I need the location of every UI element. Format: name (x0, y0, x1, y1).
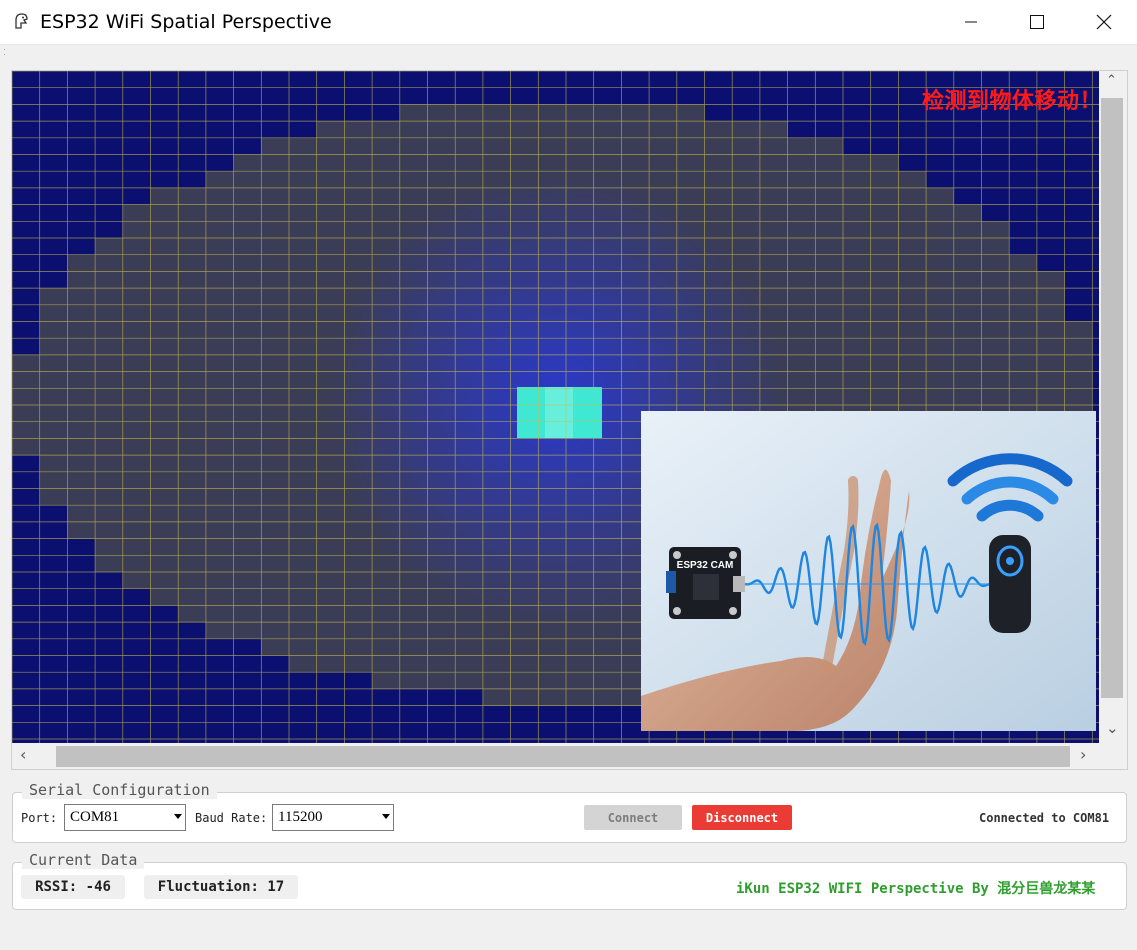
heatmap-panel: 检测到物体移动！ ESP32 CAM ⌃ ⌄ ‹ › (11, 70, 1128, 770)
close-button[interactable] (1070, 0, 1137, 44)
motion-alert-text: 检测到物体移动！ (922, 88, 1103, 113)
fluctuation-value: Fluctuation: 17 (144, 875, 298, 899)
close-icon (1096, 14, 1111, 30)
chevron-down-icon[interactable] (382, 814, 390, 819)
scroll-up-icon[interactable]: ⌃ (1106, 73, 1117, 88)
current-data-legend: Current Data (22, 851, 145, 869)
maximize-icon (1029, 15, 1044, 29)
baud-rate-value: 115200 (278, 809, 323, 825)
connect-button[interactable]: Connect (584, 805, 682, 830)
connection-status: Connected to COM81 (979, 811, 1110, 825)
scroll-corner (1099, 743, 1127, 769)
scroll-right-icon[interactable]: › (1080, 745, 1086, 764)
chevron-down-icon[interactable] (174, 814, 182, 819)
toolbar-grip: · · (3, 44, 6, 59)
port-value: COM81 (70, 809, 120, 825)
chip-label: ESP32 CAM (677, 560, 734, 571)
app-icon (15, 13, 28, 29)
minimize-icon (964, 21, 977, 23)
baud-rate-select[interactable]: 115200 (272, 804, 394, 831)
serial-config-group: Serial Configuration Port: COM81 Baud Ra… (12, 781, 1127, 843)
minimize-button[interactable] (937, 0, 1004, 44)
scroll-left-icon[interactable]: ‹ (20, 745, 26, 764)
rssi-value: RSSI: -46 (21, 875, 125, 899)
horizontal-scrollbar[interactable]: ‹ › (12, 743, 1099, 769)
current-data-group: Current Data RSSI: -46 Fluctuation: 17 i… (12, 851, 1127, 910)
horizontal-scroll-thumb[interactable] (56, 746, 1070, 767)
port-label: Port: (21, 811, 58, 825)
port-select[interactable]: COM81 (64, 804, 186, 831)
vertical-scroll-thumb[interactable] (1101, 98, 1123, 698)
vertical-scrollbar[interactable]: ⌃ ⌄ (1099, 71, 1127, 743)
serial-config-legend: Serial Configuration (22, 781, 217, 799)
title-bar: ESP32 WiFi Spatial Perspective (0, 0, 1137, 45)
esp32-motion-illustration: ESP32 CAM (641, 411, 1096, 731)
maximize-button[interactable] (1003, 0, 1070, 44)
window-title: ESP32 WiFi Spatial Perspective (40, 11, 332, 33)
scroll-down-icon[interactable]: ⌄ (1106, 719, 1119, 737)
disconnect-button[interactable]: Disconnect (692, 805, 792, 830)
baud-rate-label: Baud Rate: (195, 811, 268, 825)
credit-text: iKun ESP32 WIFI Perspective By 混分巨兽龙某某 (736, 881, 1096, 897)
